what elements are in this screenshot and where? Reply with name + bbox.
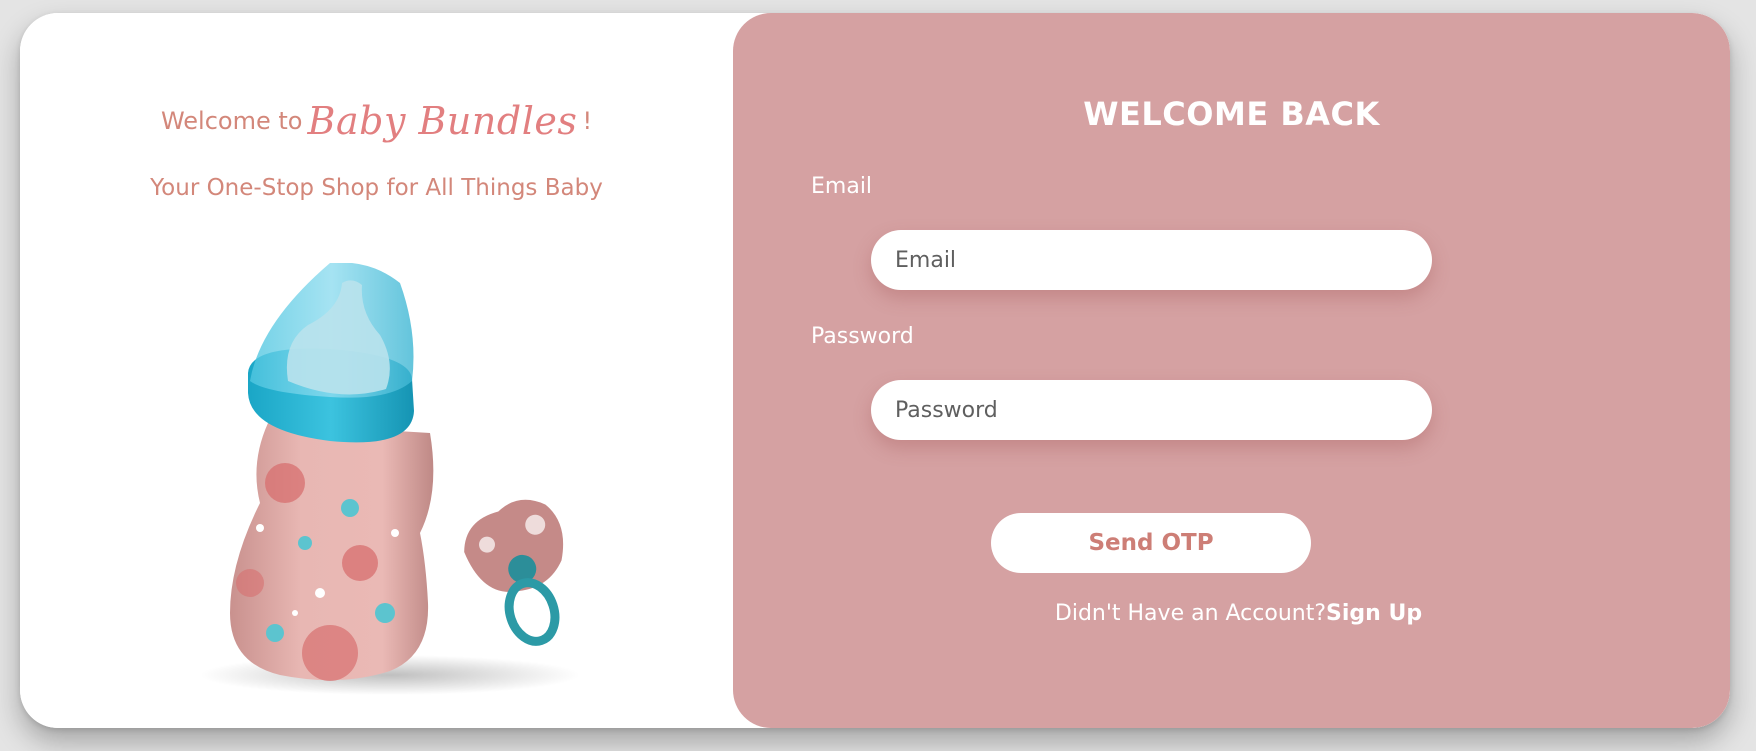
brand-name: Baby Bundles (307, 99, 578, 143)
baby-bottle-and-pacifier-image (200, 263, 580, 695)
signup-row: Didn't Have an Account?Sign Up (733, 601, 1730, 626)
welcome-heading: Welcome to Baby Bundles ! (20, 99, 733, 143)
email-label: Email (811, 174, 873, 199)
password-input[interactable] (871, 380, 1432, 440)
login-panel: WELCOME BACK Email Password Send OTP Did… (733, 13, 1730, 728)
brand-panel: Welcome to Baby Bundles ! Your One-Stop … (20, 13, 733, 728)
welcome-prefix: Welcome to (160, 107, 303, 135)
password-label: Password (811, 324, 914, 349)
login-card: Welcome to Baby Bundles ! Your One-Stop … (20, 13, 1730, 728)
email-input[interactable] (871, 230, 1432, 290)
login-title: WELCOME BACK (1083, 95, 1380, 133)
send-otp-button[interactable]: Send OTP (991, 513, 1311, 573)
signup-link[interactable]: Sign Up (1326, 601, 1422, 626)
signup-prompt: Didn't Have an Account? (1054, 601, 1327, 626)
tagline: Your One-Stop Shop for All Things Baby (150, 175, 603, 201)
welcome-suffix: ! (582, 107, 593, 135)
